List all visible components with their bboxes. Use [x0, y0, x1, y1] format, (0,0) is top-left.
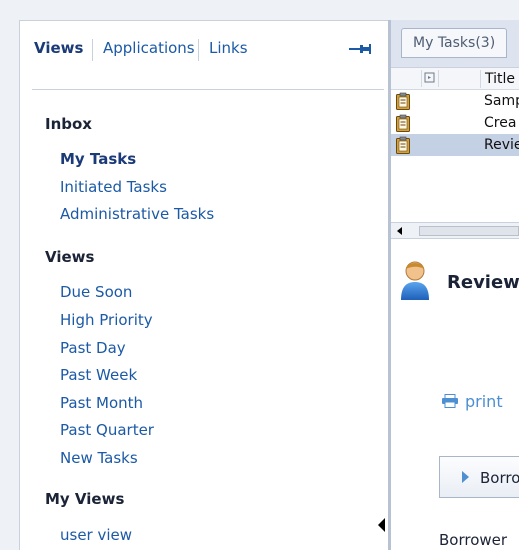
task-title[interactable]: Crea [484, 115, 516, 131]
nav-item-past-day[interactable]: Past Day [60, 339, 126, 357]
print-link[interactable]: print [441, 392, 503, 411]
borrower-section-label[interactable]: Borro [480, 469, 519, 487]
collapse-left-icon[interactable] [378, 518, 385, 532]
task-panel: My Tasks(3) Title Samp [391, 20, 519, 550]
nav-item-high-priority[interactable]: High Priority [60, 311, 153, 329]
nav-item-past-week[interactable]: Past Week [60, 366, 137, 384]
panel-tabs: Views Applications Links [20, 21, 390, 89]
tabs-divider [32, 89, 384, 90]
tab-separator [92, 39, 93, 61]
navigation-panel: Views Applications Links Inbox My Tasks … [19, 20, 389, 550]
user-icon [398, 258, 432, 302]
nav-item-administrative-tasks[interactable]: Administrative Tasks [60, 205, 214, 223]
horizontal-scrollbar[interactable] [391, 222, 519, 239]
nav-item-past-month[interactable]: Past Month [60, 394, 143, 412]
section-title-inbox: Inbox [45, 115, 92, 133]
section-title-my-views: My Views [45, 490, 125, 508]
clipboard-icon [395, 92, 411, 110]
tab-views[interactable]: Views [34, 39, 83, 57]
clipboard-icon [395, 114, 411, 132]
nav-item-initiated-tasks[interactable]: Initiated Tasks [60, 178, 167, 196]
clipboard-icon [395, 136, 411, 154]
borrower-field-label: Borrower [439, 531, 508, 549]
column-icon-header[interactable] [421, 70, 439, 87]
borrower-section-header[interactable]: Borro [439, 456, 519, 498]
task-title[interactable]: Samp [484, 93, 519, 109]
nav-item-due-soon[interactable]: Due Soon [60, 283, 132, 301]
expand-arrow-icon[interactable] [462, 471, 469, 483]
table-row[interactable]: Samp [391, 90, 519, 112]
task-detail-title: Review [447, 272, 519, 293]
nav-item-past-quarter[interactable]: Past Quarter [60, 421, 154, 439]
task-tabbar: My Tasks(3) [391, 20, 519, 68]
nav-item-new-tasks[interactable]: New Tasks [60, 449, 138, 467]
pin-icon[interactable] [348, 41, 372, 57]
task-table-header: Title [391, 68, 519, 90]
task-title[interactable]: Revie [484, 137, 519, 153]
nav-item-user-view[interactable]: user view [60, 526, 132, 544]
expand-icon [424, 72, 435, 83]
nav-item-my-tasks[interactable]: My Tasks [60, 150, 136, 168]
tab-my-tasks[interactable]: My Tasks(3) [401, 28, 508, 58]
column-header-title[interactable]: Title [480, 70, 515, 88]
print-label[interactable]: print [465, 392, 503, 411]
table-row[interactable]: Revie [391, 134, 519, 156]
tab-links[interactable]: Links [209, 39, 248, 57]
section-title-views: Views [45, 248, 95, 266]
printer-icon [441, 393, 459, 408]
tab-separator [198, 39, 199, 61]
table-row[interactable]: Crea [391, 112, 519, 134]
tab-applications[interactable]: Applications [103, 39, 195, 57]
scrollbar-thumb[interactable] [419, 226, 519, 236]
scroll-left-icon[interactable] [393, 224, 407, 238]
